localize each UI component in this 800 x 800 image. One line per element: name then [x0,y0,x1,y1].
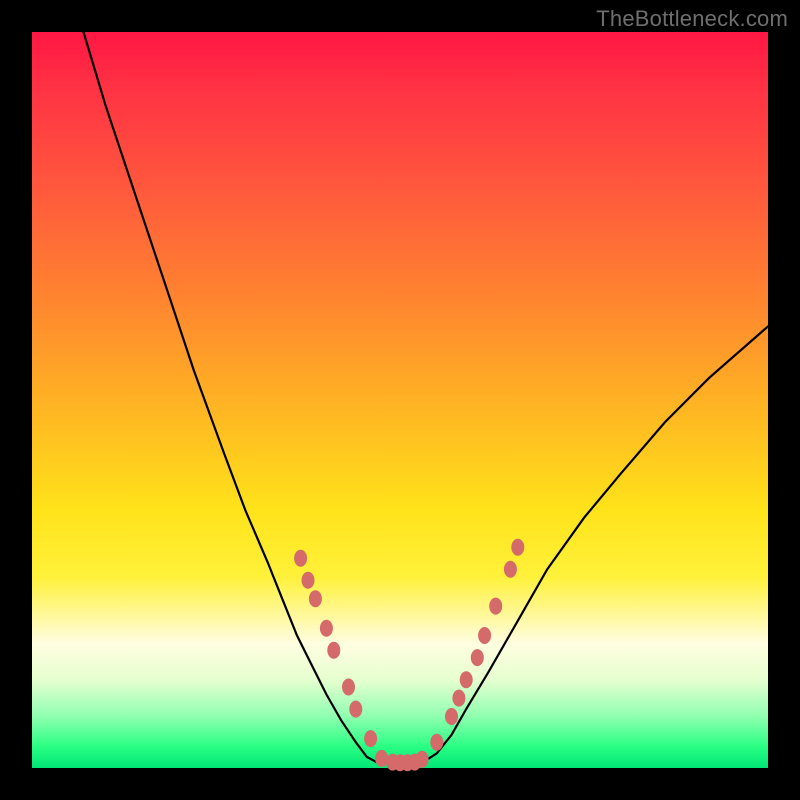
data-point [349,701,362,718]
data-point [478,627,491,644]
data-point [302,572,315,589]
data-point [320,620,333,637]
data-point [327,642,340,659]
scatter-dots [294,539,524,772]
chart-frame: TheBottleneck.com [0,0,800,800]
data-point [460,671,473,688]
data-point [364,730,377,747]
data-point [375,750,388,767]
data-point [511,539,524,556]
data-point [452,690,465,707]
curve-layer [32,32,768,768]
data-point [504,561,517,578]
data-point [430,734,443,751]
data-point [445,708,458,725]
data-point [416,751,429,768]
watermark-text: TheBottleneck.com [596,6,788,32]
data-point [294,550,307,567]
data-point [309,590,322,607]
data-point [489,598,502,615]
data-point [471,649,484,666]
bottleneck-curve [84,32,769,764]
plot-area [32,32,768,768]
data-point [342,679,355,696]
